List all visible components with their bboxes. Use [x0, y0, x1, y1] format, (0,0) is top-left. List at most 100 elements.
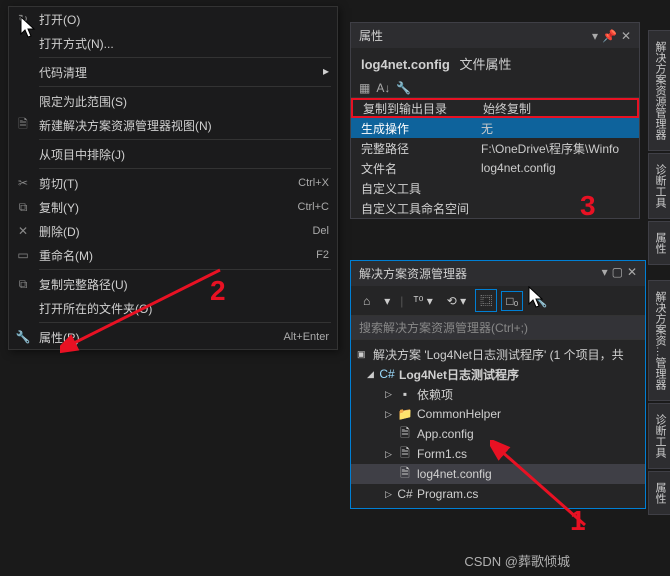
property-row[interactable]: 复制到输出目录始终复制 — [351, 98, 639, 118]
side-tab[interactable]: 解决方案资源管理器 — [648, 30, 670, 151]
menu-item[interactable]: 打开所在的文件夹(O) — [9, 296, 337, 320]
menu-shortcut: Del — [312, 225, 329, 237]
dropdown-icon[interactable]: ▾ — [602, 265, 608, 282]
prop-value[interactable]: 始终复制 — [483, 100, 637, 117]
solution-title-bar: 解决方案资源管理器 ▾ ▢ ✕ — [351, 261, 645, 286]
properties-icon[interactable]: 🔧 — [528, 292, 551, 310]
menu-label: 打开方式(N)... — [33, 35, 329, 52]
prop-key: 文件名 — [361, 160, 481, 177]
side-tab[interactable]: 属性 — [648, 471, 670, 515]
menu-label: 复制完整路径(U) — [33, 276, 329, 293]
menu-label: 属性(R) — [33, 329, 283, 346]
menu-shortcut: Alt+Enter — [283, 331, 329, 343]
side-tab[interactable]: 解决方案资…管理器 — [648, 280, 670, 401]
side-tab[interactable]: 诊断工具 — [648, 153, 670, 219]
menu-icon: ⧉ — [13, 277, 33, 292]
menu-label: 代码清理▸ — [33, 64, 329, 81]
switch-view-icon[interactable]: ▾ — [380, 292, 394, 310]
menu-item[interactable]: ↻打开(O) — [9, 7, 337, 31]
project-node[interactable]: ◢C#Log4Net日志测试程序 — [351, 364, 645, 384]
tree-item[interactable]: ▷▪依赖项 — [351, 384, 645, 404]
watermark-text: CSDN @葬歌倾城 — [464, 551, 570, 570]
solution-root[interactable]: ▣解决方案 'Log4Net日志测试程序' (1 个项目，共 — [351, 344, 645, 364]
solution-tree: ▣解决方案 'Log4Net日志测试程序' (1 个项目，共◢C#Log4Net… — [351, 340, 645, 508]
menu-item[interactable]: 🗎新建解决方案资源管理器视图(N) — [9, 113, 337, 137]
properties-object-name: log4net.config 文件属性 — [351, 48, 639, 79]
side-tab-strip: 解决方案资源管理器诊断工具属性 — [648, 30, 670, 267]
close-icon[interactable]: ✕ — [627, 265, 637, 282]
categorize-icon[interactable]: ▦ — [359, 81, 370, 95]
menu-item[interactable]: ⧉复制完整路径(U) — [9, 272, 337, 296]
solution-search-input[interactable]: 搜索解决方案资源管理器(Ctrl+;) — [351, 316, 645, 340]
menu-item[interactable]: 🔧属性(R)Alt+Enter — [9, 325, 337, 349]
tree-item[interactable]: ▷C#Program.cs — [351, 484, 645, 504]
dropdown-icon[interactable]: ▾ — [592, 29, 598, 43]
menu-item[interactable]: ✕删除(D)Del — [9, 219, 337, 243]
pending-changes-icon[interactable]: ᵀ⁰ ▾ — [409, 292, 436, 310]
property-row[interactable]: 生成操作无 — [351, 118, 639, 138]
properties-grid: 复制到输出目录始终复制生成操作无完整路径F:\OneDrive\程序集\Winf… — [351, 98, 639, 218]
menu-shortcut: Ctrl+X — [298, 177, 329, 189]
show-all-icon[interactable]: ⿴ — [476, 290, 496, 311]
prop-key: 自定义工具命名空间 — [361, 200, 481, 217]
menu-shortcut: F2 — [316, 249, 329, 261]
menu-icon: ↻ — [13, 12, 33, 26]
pin-icon[interactable]: 📌 — [602, 29, 617, 43]
property-row[interactable]: 完整路径F:\OneDrive\程序集\Winfo — [351, 138, 639, 158]
prop-key: 生成操作 — [361, 120, 481, 137]
menu-shortcut: Ctrl+C — [298, 201, 329, 213]
menu-label: 删除(D) — [33, 223, 312, 240]
menu-icon: ▭ — [13, 248, 33, 262]
menu-item[interactable]: 代码清理▸ — [9, 60, 337, 84]
properties-panel: 属性 ▾ 📌 ✕ log4net.config 文件属性 ▦ A↓ 🔧 复制到输… — [350, 22, 640, 219]
menu-item[interactable]: ▭重命名(M)F2 — [9, 243, 337, 267]
prop-key: 完整路径 — [361, 140, 481, 157]
annotation-1: 1 — [570, 505, 586, 537]
menu-label: 重命名(M) — [33, 247, 316, 264]
pin-icon[interactable]: ▢ — [612, 265, 623, 282]
menu-label: 剪切(T) — [33, 175, 298, 192]
tree-item[interactable]: ▷📁CommonHelper — [351, 404, 645, 424]
tree-item[interactable]: 🗎log4net.config — [351, 464, 645, 484]
menu-item[interactable]: 打开方式(N)... — [9, 31, 337, 55]
side-tab-strip: 解决方案资…管理器诊断工具属性 — [648, 280, 670, 517]
scope-icon[interactable]: □₀ — [502, 292, 522, 310]
menu-icon: ⧉ — [13, 200, 33, 215]
wrench-icon[interactable]: 🔧 — [396, 81, 411, 95]
menu-item[interactable]: 从项目中排除(J) — [9, 142, 337, 166]
menu-label: 打开(O) — [33, 11, 329, 28]
menu-label: 打开所在的文件夹(O) — [33, 300, 329, 317]
properties-title-bar: 属性 ▾ 📌 ✕ — [351, 23, 639, 48]
menu-item[interactable]: ⧉复制(Y)Ctrl+C — [9, 195, 337, 219]
menu-item[interactable]: ✂剪切(T)Ctrl+X — [9, 171, 337, 195]
prop-value[interactable]: 无 — [481, 120, 639, 137]
solution-explorer-panel: 解决方案资源管理器 ▾ ▢ ✕ ⌂ ▾ | ᵀ⁰ ▾ ⟲ ▾ ⿴ □₀ 🔧 搜索… — [350, 260, 646, 509]
solution-toolbar: ⌂ ▾ | ᵀ⁰ ▾ ⟲ ▾ ⿴ □₀ 🔧 — [351, 286, 645, 316]
alpha-sort-icon[interactable]: A↓ — [376, 81, 390, 95]
prop-value[interactable]: log4net.config — [481, 161, 639, 175]
prop-value[interactable]: F:\OneDrive\程序集\Winfo — [481, 140, 639, 157]
property-row[interactable]: 文件名log4net.config — [351, 158, 639, 178]
close-icon[interactable]: ✕ — [621, 29, 631, 43]
menu-icon: 🗎 — [13, 115, 33, 136]
tree-item[interactable]: 🗎App.config — [351, 424, 645, 444]
home-icon[interactable]: ⌂ — [359, 292, 374, 310]
menu-item[interactable]: 限定为此范围(S) — [9, 89, 337, 113]
properties-toolbar: ▦ A↓ 🔧 — [351, 79, 639, 98]
panel-title-text: 属性 — [359, 27, 383, 44]
property-row[interactable]: 自定义工具 — [351, 178, 639, 198]
menu-label: 复制(Y) — [33, 199, 298, 216]
side-tab[interactable]: 属性 — [648, 221, 670, 265]
panel-title-text: 解决方案资源管理器 — [359, 265, 467, 282]
sync-icon[interactable]: ⟲ ▾ — [443, 292, 470, 310]
context-menu: ↻打开(O) 打开方式(N)... 代码清理▸ 限定为此范围(S)🗎新建解决方案资源管… — [8, 6, 338, 350]
property-row[interactable]: 自定义工具命名空间 — [351, 198, 639, 218]
prop-key: 自定义工具 — [361, 180, 481, 197]
menu-label: 从项目中排除(J) — [33, 146, 329, 163]
menu-icon: ✂ — [13, 176, 33, 190]
menu-icon: ✕ — [13, 224, 33, 238]
tree-item[interactable]: ▷🗎Form1.cs — [351, 444, 645, 464]
menu-label: 新建解决方案资源管理器视图(N) — [33, 117, 329, 134]
side-tab[interactable]: 诊断工具 — [648, 403, 670, 469]
menu-icon: 🔧 — [13, 330, 33, 344]
